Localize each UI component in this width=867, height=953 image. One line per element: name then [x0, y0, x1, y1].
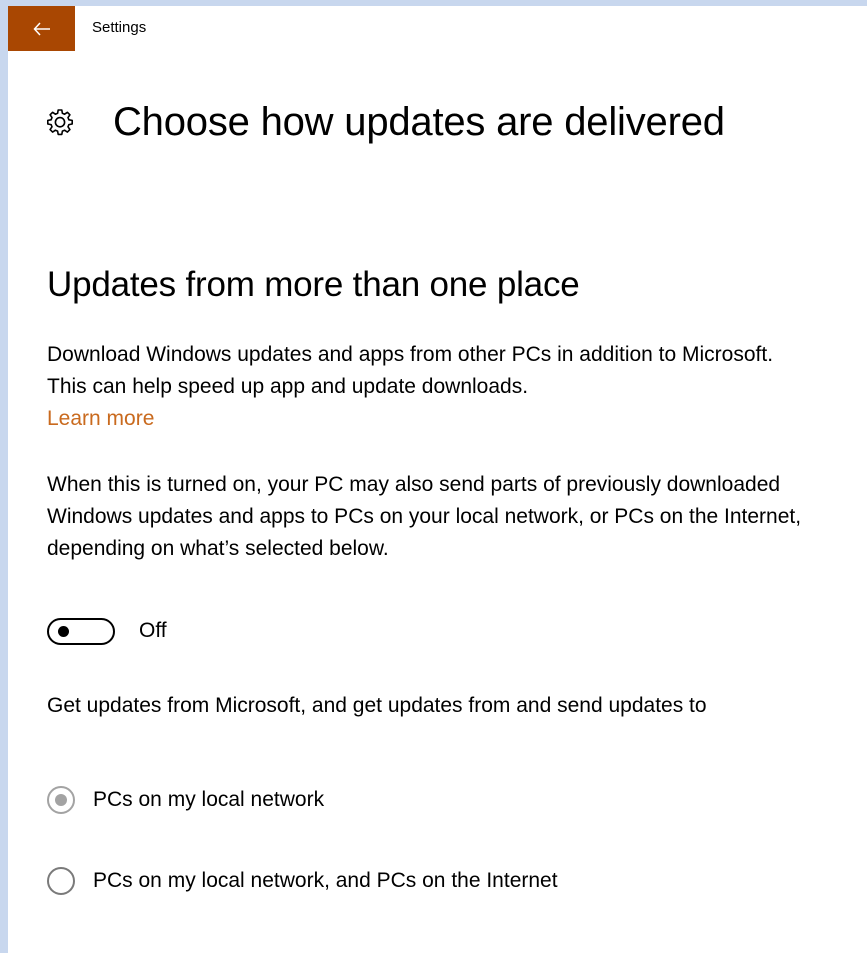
radio-label-local-and-internet: PCs on my local network, and PCs on the … — [93, 869, 558, 892]
app-title: Settings — [92, 19, 147, 36]
radio-option-local-and-internet[interactable]: PCs on my local network, and PCs on the … — [47, 865, 558, 897]
warning-paragraph: When this is turned on, your PC may also… — [47, 473, 802, 560]
back-button[interactable] — [8, 6, 75, 51]
toggle-knob — [58, 625, 69, 637]
learn-more-link[interactable]: Learn more — [47, 407, 154, 430]
toggle-state-label: Off — [139, 619, 167, 642]
delivery-optimization-toggle[interactable] — [47, 617, 115, 645]
section-title: Updates from more than one place — [47, 265, 580, 304]
options-intro: Get updates from Microsoft, and get upda… — [47, 694, 707, 717]
page-header: Choose how updates are delivered — [45, 92, 725, 152]
back-arrow-icon — [32, 21, 51, 36]
description-text: Download Windows updates and apps from o… — [47, 343, 774, 398]
description-paragraph: Download Windows updates and apps from o… — [47, 339, 807, 435]
delivery-optimization-toggle-row: Off — [47, 615, 167, 647]
gear-icon — [45, 107, 75, 137]
radio-dot — [55, 794, 67, 806]
radio-label-local-network: PCs on my local network — [93, 788, 325, 811]
radio-button-checked[interactable] — [47, 786, 75, 814]
page-title: Choose how updates are delivered — [113, 100, 725, 144]
settings-window: Settings Choose how updates are delivere… — [8, 6, 867, 953]
title-bar: Settings — [8, 6, 867, 51]
radio-option-local-network[interactable]: PCs on my local network — [47, 784, 324, 816]
radio-button-unchecked[interactable] — [47, 867, 75, 895]
